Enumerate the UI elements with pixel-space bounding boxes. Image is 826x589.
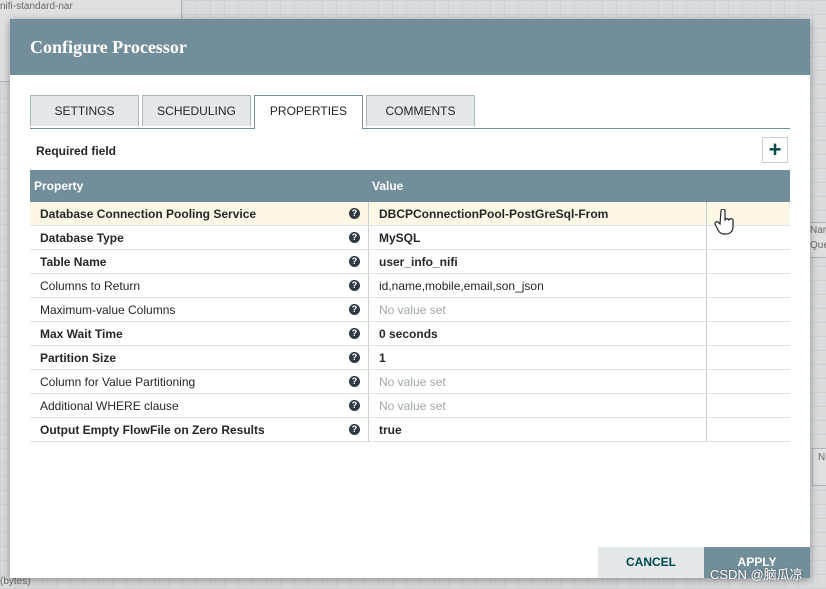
property-cell: Output Empty FlowFile on Zero Results? [30, 418, 369, 441]
help-icon[interactable]: ? [349, 280, 360, 291]
property-name: Partition Size [40, 351, 117, 365]
property-name: Additional WHERE clause [40, 399, 179, 413]
required-field-label: Required field [36, 144, 117, 158]
value-cell[interactable]: No value set [369, 298, 707, 321]
property-value: 0 seconds [379, 327, 438, 341]
table-header: Property Value [30, 170, 790, 202]
property-value: No value set [379, 303, 446, 317]
property-value: true [379, 423, 402, 437]
table-row[interactable]: Additional WHERE clause? No value set [30, 394, 790, 418]
property-value: DBCPConnectionPool-PostGreSql-From [379, 207, 609, 221]
value-cell[interactable]: 1 [369, 346, 707, 369]
help-icon[interactable]: ? [349, 256, 360, 267]
value-cell[interactable]: MySQL [369, 226, 707, 249]
value-cell[interactable]: No value set [369, 394, 707, 417]
column-header-property[interactable]: Property [34, 179, 83, 193]
property-cell: Database Connection Pooling Service? [30, 202, 369, 225]
property-value: 1 [379, 351, 386, 365]
help-icon[interactable]: ? [349, 328, 360, 339]
table-row[interactable]: Output Empty FlowFile on Zero Results? tr… [30, 418, 790, 442]
property-name: Output Empty FlowFile on Zero Results [40, 423, 265, 437]
value-cell[interactable]: 0 seconds [369, 322, 707, 345]
help-icon[interactable]: ? [349, 424, 360, 435]
property-cell: Max Wait Time? [30, 322, 369, 345]
tab-comments[interactable]: COMMENTS [366, 95, 475, 126]
table-body: Database Connection Pooling Service? DBCP… [30, 202, 790, 442]
help-icon[interactable]: ? [349, 208, 360, 219]
property-name: Database Connection Pooling Service [40, 207, 257, 221]
value-cell[interactable]: user_info_nifi [369, 250, 707, 273]
property-cell: Database Type? [30, 226, 369, 249]
configure-processor-dialog: Configure Processor SETTINGS SCHEDULING … [10, 19, 810, 578]
property-value: user_info_nifi [379, 255, 458, 269]
add-property-button[interactable]: + [762, 137, 788, 163]
table-row[interactable]: Partition Size? 1 [30, 346, 790, 370]
tab-properties[interactable]: PROPERTIES [254, 95, 363, 129]
table-row[interactable]: Maximum-value Columns? No value set [30, 298, 790, 322]
hand-cursor-icon [714, 209, 734, 235]
property-cell: Partition Size? [30, 346, 369, 369]
property-value: No value set [379, 375, 446, 389]
property-name: Max Wait Time [40, 327, 123, 341]
column-header-value[interactable]: Value [372, 179, 403, 193]
tab-settings[interactable]: SETTINGS [30, 95, 139, 126]
value-cell[interactable]: true [369, 418, 707, 441]
property-cell: Columns to Return? [30, 274, 369, 297]
property-cell: Column for Value Partitioning? [30, 370, 369, 393]
property-name: Table Name [40, 255, 107, 269]
table-row[interactable]: Database Type? MySQL [30, 226, 790, 250]
table-row[interactable]: Max Wait Time? 0 seconds [30, 322, 790, 346]
cancel-button[interactable]: CANCEL [598, 547, 704, 578]
tab-bar: SETTINGS SCHEDULING PROPERTIES COMMENTS [30, 95, 790, 129]
value-cell[interactable]: DBCPConnectionPool-PostGreSql-From [369, 202, 707, 225]
help-icon[interactable]: ? [349, 304, 360, 315]
property-value: No value set [379, 399, 446, 413]
help-icon[interactable]: ? [349, 400, 360, 411]
property-name: Maximum-value Columns [40, 303, 176, 317]
table-row[interactable]: Column for Value Partitioning? No value s… [30, 370, 790, 394]
help-icon[interactable]: ? [349, 376, 360, 387]
property-cell: Table Name? [30, 250, 369, 273]
help-icon[interactable]: ? [349, 232, 360, 243]
value-cell[interactable]: No value set [369, 370, 707, 393]
table-row[interactable]: Database Connection Pooling Service? DBCP… [30, 202, 790, 226]
table-row[interactable]: Table Name? user_info_nifi [30, 250, 790, 274]
tab-scheduling[interactable]: SCHEDULING [142, 95, 251, 126]
properties-table: Property Value Database Connection Pooli… [30, 170, 790, 442]
property-name: Columns to Return [40, 279, 141, 293]
dialog-header: Configure Processor [10, 19, 810, 75]
help-icon[interactable]: ? [349, 352, 360, 363]
property-name: Column for Value Partitioning [40, 375, 196, 389]
property-value: id,name,mobile,email,son_json [379, 279, 544, 293]
watermark: CSDN @脑瓜凉 [710, 567, 803, 582]
table-row[interactable]: Columns to Return? id,name,mobile,email,s… [30, 274, 790, 298]
property-cell: Additional WHERE clause? [30, 394, 369, 417]
plus-icon: + [768, 137, 782, 162]
property-name: Database Type [40, 231, 124, 245]
dialog-title: Configure Processor [30, 37, 187, 57]
property-cell: Maximum-value Columns? [30, 298, 369, 321]
property-value: MySQL [379, 231, 421, 245]
value-cell[interactable]: id,name,mobile,email,son_json [369, 274, 707, 297]
